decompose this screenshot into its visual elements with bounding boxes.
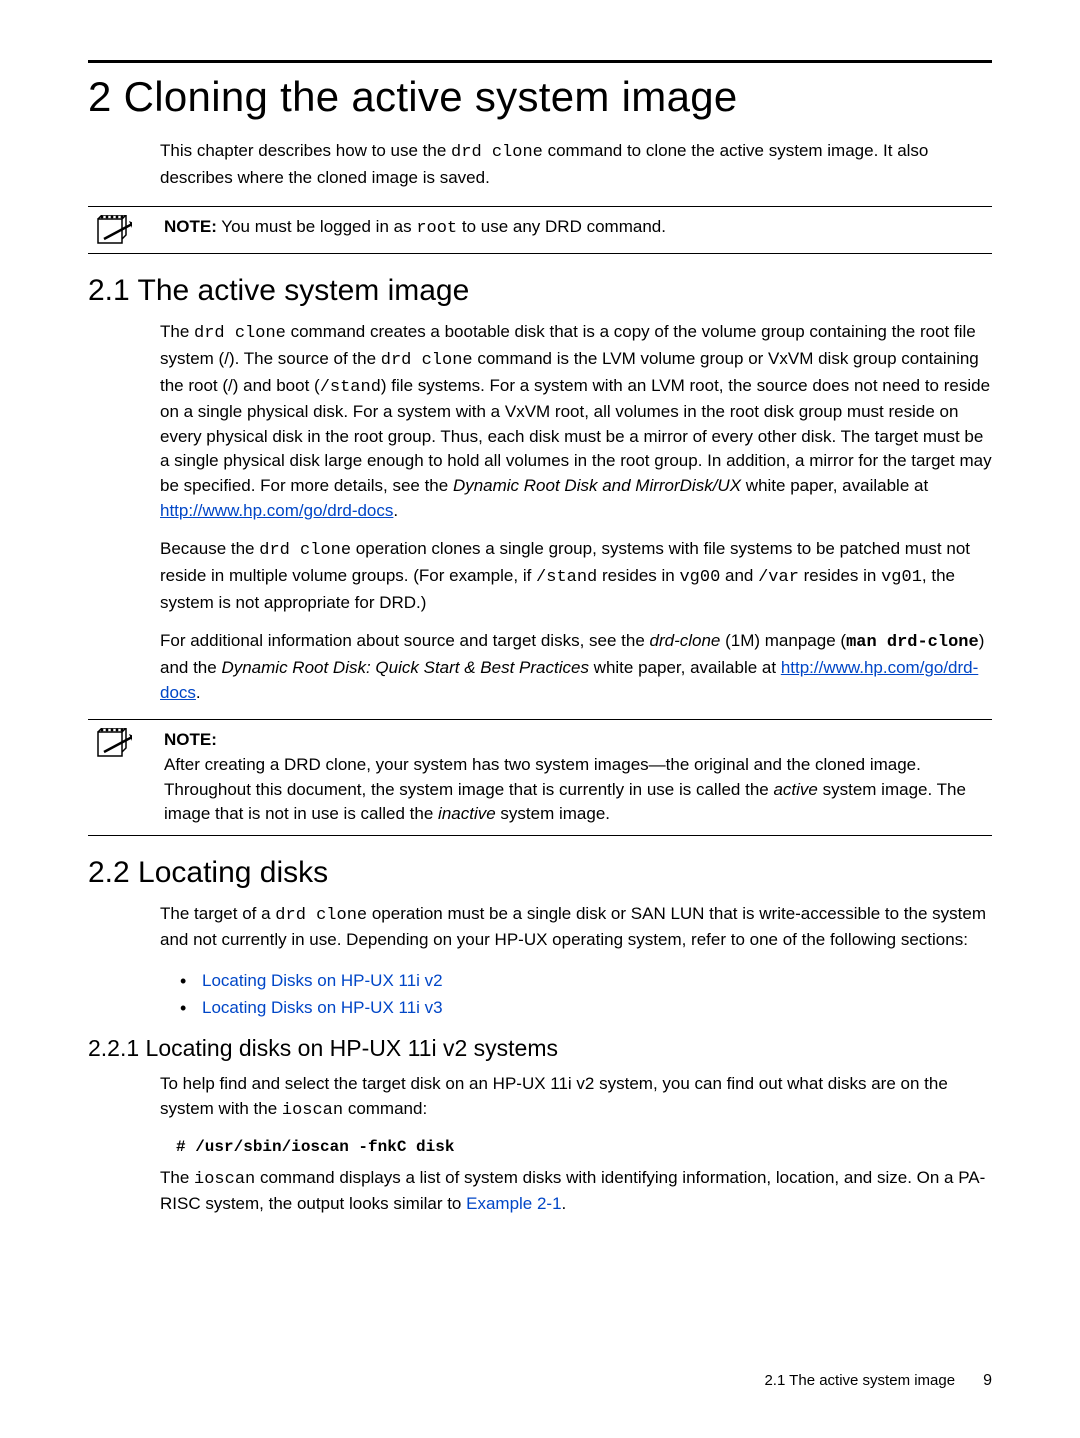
text: To help find and select the target disk … [160, 1074, 948, 1118]
mono-text: ioscan [194, 1170, 255, 1189]
text: For additional information about source … [160, 631, 650, 650]
mono-text: /stand [536, 568, 597, 587]
mono-text: drd clone [194, 324, 286, 343]
mono-text: /stand [320, 378, 381, 397]
italic-text: drd-clone [650, 631, 721, 650]
intro-cmd: drd clone [451, 143, 543, 162]
text: white paper, available at [741, 476, 928, 495]
note-icon [96, 728, 132, 758]
text: Because the [160, 539, 259, 558]
mono-text: vg01 [881, 568, 922, 587]
text: command displays a list of system disks … [160, 1168, 985, 1214]
sec221-p1: To help find and select the target disk … [160, 1072, 992, 1123]
note-label: NOTE: [164, 728, 992, 753]
note-mono: root [416, 219, 457, 238]
section-2-2-heading: 2.2 Locating disks [88, 856, 992, 890]
text: white paper, available at [589, 658, 781, 677]
note-suffix: to use any DRD command. [457, 217, 666, 236]
page-footer: 2.1 The active system image 9 [764, 1372, 992, 1390]
intro-prefix: This chapter describes how to use the [160, 141, 451, 160]
italic-text: inactive [438, 804, 496, 823]
crossref-link[interactable]: Locating Disks on HP-UX 11i v2 [202, 971, 443, 990]
text: The target of a [160, 904, 275, 923]
page-number: 9 [983, 1372, 992, 1390]
footer-section: 2.1 The active system image [764, 1372, 955, 1389]
sec21-p3: For additional information about source … [160, 629, 992, 705]
note-icon [96, 215, 132, 245]
list-item: Locating Disks on HP-UX 11i v3 [180, 994, 992, 1021]
list-item: Locating Disks on HP-UX 11i v2 [180, 967, 992, 994]
sec21-p1: The drd clone command creates a bootable… [160, 320, 992, 523]
mono-text: drd clone [259, 541, 351, 560]
command-block: # /usr/sbin/ioscan -fnkC disk [176, 1138, 992, 1156]
note-label: NOTE: [164, 217, 217, 236]
text: resides in [799, 566, 881, 585]
sec221-p2: The ioscan command displays a list of sy… [160, 1166, 992, 1217]
text: (1M) manpage ( [720, 631, 846, 650]
sec21-p2: Because the drd clone operation clones a… [160, 537, 992, 615]
bullet-list: Locating Disks on HP-UX 11i v2 Locating … [180, 967, 992, 1021]
section-2-2-1-heading: 2.2.1 Locating disks on HP-UX 11i v2 sys… [88, 1035, 992, 1062]
note-block-root: NOTE: You must be logged in as root to u… [88, 206, 992, 254]
mono-text: /var [758, 568, 799, 587]
mono-text: vg00 [679, 568, 720, 587]
mono-text: drd clone [275, 906, 367, 925]
text: command: [343, 1099, 427, 1118]
section-2-1-heading: 2.1 The active system image [88, 274, 992, 308]
note-block-images: NOTE: After creating a DRD clone, your s… [88, 719, 992, 836]
link-drd-docs[interactable]: http://www.hp.com/go/drd-docs [160, 501, 393, 520]
crossref-example[interactable]: Example 2-1 [466, 1194, 561, 1213]
text: resides in [597, 566, 679, 585]
mono-text: drd clone [381, 351, 473, 370]
italic-text: Dynamic Root Disk: Quick Start & Best Pr… [221, 658, 589, 677]
text: . [393, 501, 398, 520]
text: . [562, 1194, 567, 1213]
bold-mono-text: man drd-clone [846, 633, 979, 652]
crossref-link[interactable]: Locating Disks on HP-UX 11i v3 [202, 998, 443, 1017]
mono-text: ioscan [282, 1101, 343, 1120]
sec22-p1: The target of a drd clone operation must… [160, 902, 992, 953]
intro-paragraph: This chapter describes how to use the dr… [160, 139, 992, 190]
italic-text: active [773, 780, 817, 799]
italic-text: Dynamic Root Disk and MirrorDisk/UX [453, 476, 741, 495]
text: system image. [496, 804, 610, 823]
text: and [720, 566, 758, 585]
text: . [196, 683, 201, 702]
chapter-title: 2 Cloning the active system image [88, 60, 992, 121]
text: The [160, 322, 194, 341]
text: The [160, 1168, 194, 1187]
note-prefix: You must be logged in as [217, 217, 416, 236]
